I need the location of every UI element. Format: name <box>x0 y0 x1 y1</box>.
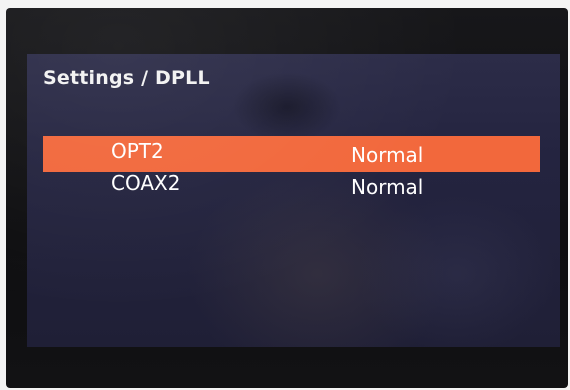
menu-item-label: OPT2 <box>111 139 164 163</box>
display-screen: Settings / DPLL OPT2 Normal COAX2 Normal <box>27 54 560 347</box>
menu-item-label: COAX2 <box>111 171 181 195</box>
screen-reflection <box>357 194 557 347</box>
menu-item-value: Normal <box>351 143 424 167</box>
breadcrumb: Settings / DPLL <box>43 67 210 89</box>
menu-item-opt2[interactable]: OPT2 Normal <box>43 136 540 172</box>
photo: Settings / DPLL OPT2 Normal COAX2 Normal <box>0 0 570 390</box>
menu-item-coax2[interactable]: COAX2 Normal <box>43 168 540 204</box>
menu-item-value: Normal <box>351 175 424 199</box>
device-bezel: Settings / DPLL OPT2 Normal COAX2 Normal <box>6 8 568 388</box>
screen-reflection <box>232 72 342 142</box>
